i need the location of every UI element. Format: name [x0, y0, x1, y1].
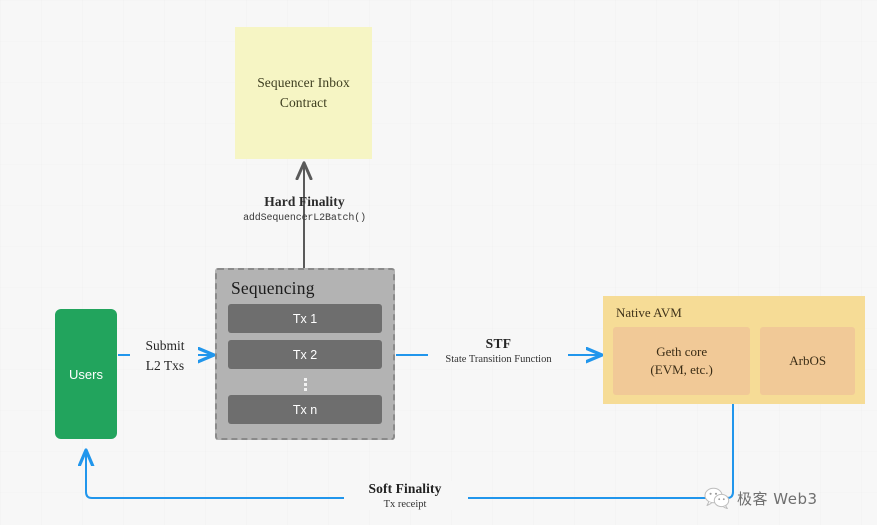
soft-finality-sublabel: Tx receipt — [383, 499, 427, 510]
native-avm-components: Geth core (EVM, etc.) ArbOS — [613, 327, 855, 395]
hard-finality-sublabel: addSequencerL2Batch() — [243, 213, 366, 224]
submit-label-line2: L2 Txs — [145, 358, 185, 374]
edge-soft-finality-left — [86, 452, 344, 499]
connector-wires — [0, 0, 734, 499]
geth-core-line1: Geth core — [656, 343, 708, 359]
submit-l2-txs-label-group: Submit L2 Txs — [131, 336, 199, 377]
ellipsis-dot — [303, 387, 307, 391]
soft-finality-label: Soft Finality — [368, 481, 442, 496]
sequencer-inbox-label-line1: Sequencer Inbox — [257, 75, 350, 91]
stf-label-group: STF State Transition Function — [430, 336, 567, 365]
soft-finality-label-group: Soft Finality Tx receipt — [346, 481, 464, 510]
tx-row: Tx n — [228, 395, 382, 424]
arbos-component: ArbOS — [760, 327, 855, 395]
arbos-label: ArbOS — [789, 352, 827, 368]
sequencing-title: Sequencing — [231, 278, 315, 298]
ellipsis-dot — [303, 382, 307, 386]
native-avm-title: Native AVM — [616, 305, 682, 320]
stf-sublabel: State Transition Function — [445, 354, 552, 365]
hard-finality-label-group: Hard Finality addSequencerL2Batch() — [222, 194, 387, 224]
users-node: Users — [55, 309, 117, 439]
stf-label: STF — [485, 336, 512, 351]
diagram-canvas: Sequencer Inbox Contract Hard Finality a… — [0, 0, 877, 525]
tx-row: Tx 1 — [228, 304, 382, 333]
sequencing-node: Sequencing Tx 1 Tx 2 Tx n — [215, 268, 395, 440]
sequencer-inbox-label-line2: Contract — [279, 95, 328, 110]
geth-core-component: Geth core (EVM, etc.) — [613, 327, 751, 395]
watermark-text: 极客 Web3 — [737, 489, 818, 508]
submit-label-line1: Submit — [145, 338, 185, 353]
native-avm-node: Native AVM Geth core (EVM, etc.) ArbOS — [603, 296, 865, 404]
ellipsis-dot — [303, 377, 307, 381]
edge-soft-finality-right — [468, 404, 734, 499]
wechat-icon — [704, 487, 730, 509]
tx-row: Tx 2 — [228, 340, 382, 369]
sequencer-inbox-label: Sequencer Inbox Contract — [257, 73, 350, 112]
users-label: Users — [69, 366, 103, 382]
geth-core-line2: (EVM, etc.) — [650, 362, 713, 377]
tx-ellipsis-icon — [228, 376, 382, 392]
watermark: 极客 Web3 — [704, 487, 818, 509]
sequencer-inbox-contract-node: Sequencer Inbox Contract — [235, 27, 372, 159]
hard-finality-label: Hard Finality — [264, 194, 345, 209]
